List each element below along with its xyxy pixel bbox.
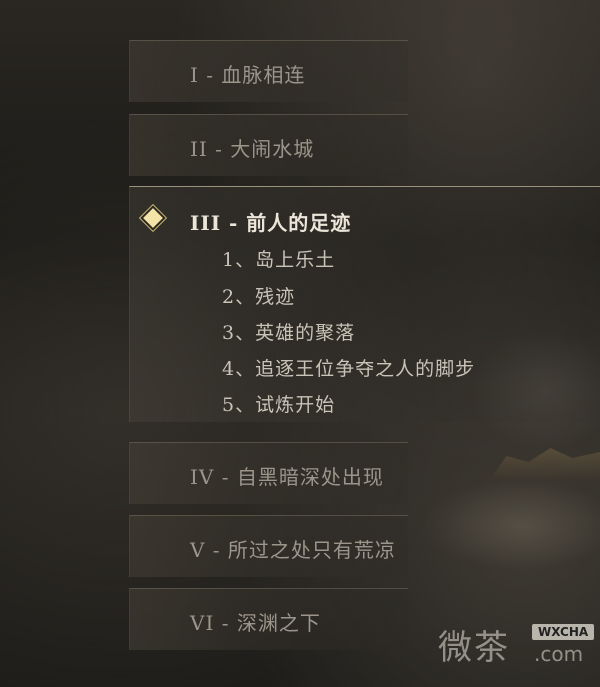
section-item-4[interactable]: 4、追逐王位争夺之人的脚步: [222, 354, 475, 381]
section-item-1[interactable]: 1、岛上乐土: [222, 245, 335, 272]
chapter-item-6[interactable]: VI - 深渊之下: [129, 588, 408, 650]
chapter-item-4[interactable]: IV - 自黑暗深处出现: [129, 442, 408, 504]
chapter-item-5[interactable]: V - 所过之处只有荒凉: [129, 515, 408, 577]
chapter-title: IV - 自黑暗深处出现: [190, 465, 384, 489]
watermark-badge: WXCHA: [532, 624, 595, 640]
section-item-3[interactable]: 3、英雄的聚落: [222, 318, 355, 345]
section-item-2[interactable]: 2、残迹: [222, 282, 295, 309]
chapter-item-1[interactable]: I - 血脉相连: [129, 40, 408, 102]
chapter-item-3-expanded[interactable]: III - 前人的足迹 1、岛上乐土 2、残迹 3、英雄的聚落 4、追逐王位争夺…: [129, 186, 600, 422]
chapter-item-2[interactable]: II - 大闹水城: [129, 114, 408, 176]
chapter-title: I - 血脉相连: [190, 63, 306, 87]
mist: [420, 480, 600, 570]
chapter-title: V - 所过之处只有荒凉: [190, 538, 396, 562]
selected-diamond-icon: [140, 205, 166, 231]
chapter-title: II - 大闹水城: [190, 137, 315, 161]
watermark: 微茶 WXCHA .com: [438, 616, 600, 676]
watermark-text: 微茶: [438, 628, 510, 668]
watermark-domain: .com: [534, 642, 584, 666]
chapter-title: VI - 深渊之下: [190, 611, 321, 635]
chapter-title: III - 前人的足迹: [190, 211, 352, 235]
section-item-5[interactable]: 5、试炼开始: [222, 390, 335, 417]
